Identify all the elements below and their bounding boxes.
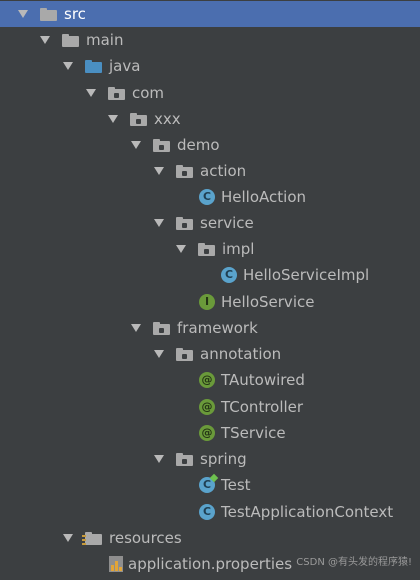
folder-icon	[40, 7, 57, 21]
tree-node-framework[interactable]: framework	[0, 315, 420, 341]
tree-node-label: demo	[177, 136, 220, 154]
tree-node-label: action	[200, 162, 247, 180]
tree-node-hello-action[interactable]: C HelloAction	[0, 184, 420, 210]
package-icon	[153, 321, 170, 335]
expand-arrow-icon[interactable]	[154, 167, 164, 175]
package-icon	[108, 86, 125, 100]
tree-node-label: service	[200, 214, 254, 232]
class-icon: C	[221, 267, 237, 283]
tree-node-com[interactable]: com	[0, 80, 420, 106]
tree-node-label: TestApplicationContext	[221, 503, 394, 521]
expand-arrow-icon[interactable]	[131, 324, 141, 332]
tree-node-java[interactable]: java	[0, 53, 420, 79]
tree-node-label: main	[86, 31, 124, 49]
package-icon	[176, 216, 193, 230]
tree-node-tautowired[interactable]: @ TAutowired	[0, 367, 420, 393]
package-icon	[176, 452, 193, 466]
tree-node-annotation[interactable]: annotation	[0, 341, 420, 367]
class-icon: C	[199, 504, 215, 520]
tree-node-resources[interactable]: resources	[0, 525, 420, 551]
package-icon	[153, 138, 170, 152]
expand-arrow-icon[interactable]	[86, 89, 96, 97]
tree-node-src[interactable]: src	[0, 1, 420, 27]
expand-arrow-icon[interactable]	[63, 62, 73, 70]
tree-node-hello-service[interactable]: I HelloService	[0, 289, 420, 315]
tree-node-main[interactable]: main	[0, 27, 420, 53]
expand-arrow-icon[interactable]	[18, 10, 28, 18]
tree-node-label: java	[109, 57, 141, 75]
tree-node-action[interactable]: action	[0, 158, 420, 184]
annotation-icon: @	[199, 372, 215, 388]
tree-node-label: TAutowired	[221, 371, 305, 389]
tree-node-test[interactable]: C Test	[0, 472, 420, 498]
tree-node-label: annotation	[200, 345, 282, 363]
package-icon	[130, 112, 147, 126]
expand-arrow-icon[interactable]	[154, 219, 164, 227]
tree-node-label: impl	[222, 240, 255, 258]
tree-node-demo[interactable]: demo	[0, 132, 420, 158]
runnable-class-icon: C	[199, 473, 219, 493]
expand-arrow-icon[interactable]	[63, 534, 73, 542]
tree-node-label: HelloServiceImpl	[243, 266, 370, 284]
expand-arrow-icon[interactable]	[154, 350, 164, 358]
tree-node-label: TService	[221, 424, 286, 442]
expand-arrow-icon[interactable]	[154, 455, 164, 463]
interface-icon: I	[199, 294, 215, 310]
package-icon	[176, 347, 193, 361]
resources-folder-icon	[82, 531, 102, 546]
tree-node-label: resources	[109, 529, 182, 547]
tree-node-service[interactable]: service	[0, 210, 420, 236]
tree-node-label: HelloService	[221, 293, 315, 311]
tree-node-label: spring	[200, 450, 247, 468]
expand-arrow-icon[interactable]	[108, 115, 118, 123]
tree-node-label: HelloAction	[221, 188, 306, 206]
tree-node-label: TController	[221, 398, 304, 416]
tree-node-tcontroller[interactable]: @ TController	[0, 394, 420, 420]
class-icon: C	[199, 189, 215, 205]
tree-node-hello-service-impl[interactable]: C HelloServiceImpl	[0, 262, 420, 288]
tree-node-xxx[interactable]: xxx	[0, 106, 420, 132]
watermark: CSDN @有头发的程序猿!	[296, 557, 412, 568]
tree-node-label: xxx	[154, 110, 181, 128]
annotation-icon: @	[199, 425, 215, 441]
tree-node-label: Test	[221, 476, 251, 494]
package-icon	[198, 242, 215, 256]
expand-arrow-icon[interactable]	[176, 245, 186, 253]
tree-node-test-application-context[interactable]: C TestApplicationContext	[0, 499, 420, 525]
properties-file-icon	[109, 556, 123, 572]
tree-node-label: framework	[177, 319, 258, 337]
expand-arrow-icon[interactable]	[131, 141, 141, 149]
project-tree: src main java com xxx demo action C Hell…	[0, 0, 420, 580]
tree-node-label: src	[64, 5, 86, 23]
package-icon	[176, 164, 193, 178]
tree-node-label: com	[132, 84, 165, 102]
folder-icon	[62, 33, 79, 47]
source-folder-icon	[85, 59, 102, 73]
tree-node-tservice[interactable]: @ TService	[0, 420, 420, 446]
annotation-icon: @	[199, 399, 215, 415]
tree-node-label: application.properties	[128, 555, 293, 573]
expand-arrow-icon[interactable]	[40, 36, 50, 44]
tree-node-spring[interactable]: spring	[0, 446, 420, 472]
tree-node-impl[interactable]: impl	[0, 236, 420, 262]
